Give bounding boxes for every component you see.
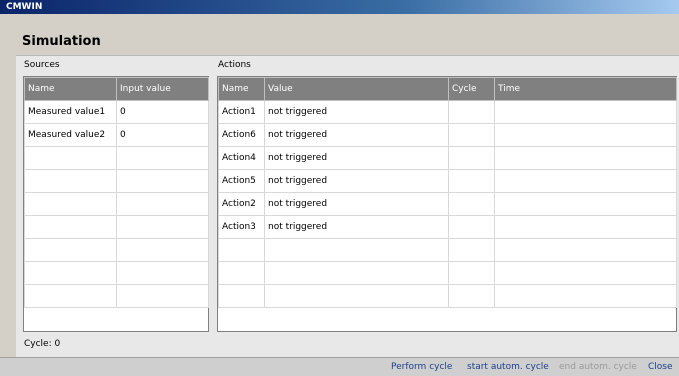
actions-table-cell[interactable] bbox=[448, 192, 495, 216]
end-autom-cycle-button[interactable]: end autom. cycle bbox=[559, 362, 637, 372]
sources-table-cell[interactable] bbox=[116, 261, 209, 285]
actions-table-cell[interactable] bbox=[264, 284, 449, 308]
sources-table-cell[interactable] bbox=[116, 169, 209, 193]
actions-table-cell[interactable]: Action6 bbox=[218, 123, 265, 147]
actions-table-cell[interactable]: not triggered bbox=[264, 215, 449, 239]
actions-table-cell[interactable] bbox=[448, 123, 495, 147]
sources-column-header[interactable]: Input value bbox=[116, 77, 209, 101]
actions-table-cell[interactable] bbox=[494, 215, 677, 239]
actions-table-cell[interactable] bbox=[448, 146, 495, 170]
sources-table-cell[interactable] bbox=[116, 238, 209, 262]
actions-table-cell[interactable]: Action5 bbox=[218, 169, 265, 193]
sources-table-cell[interactable] bbox=[24, 238, 117, 262]
actions-table-cell[interactable] bbox=[218, 284, 265, 308]
sources-table-cell[interactable]: Measured value1 bbox=[24, 100, 117, 124]
sources-table-cell[interactable] bbox=[116, 215, 209, 239]
actions-table-row[interactable]: Action5 not triggered bbox=[218, 169, 677, 193]
actions-table-cell[interactable] bbox=[218, 238, 265, 262]
actions-table-cell[interactable] bbox=[494, 100, 677, 124]
actions-table-cell[interactable] bbox=[264, 261, 449, 285]
sources-table-cell[interactable]: 0 bbox=[116, 123, 209, 147]
sources-header-row: Name Input value bbox=[24, 77, 209, 101]
actions-table-cell[interactable]: not triggered bbox=[264, 146, 449, 170]
actions-table-cell[interactable]: not triggered bbox=[264, 100, 449, 124]
actions-header-row: Name Value Cycle Time bbox=[218, 77, 677, 101]
sources-table-row[interactable]: Measured value1 0 bbox=[24, 100, 209, 124]
sources-table-cell[interactable]: Measured value2 bbox=[24, 123, 117, 147]
actions-table-cell[interactable]: not triggered bbox=[264, 169, 449, 193]
actions-table-row[interactable]: Action3 not triggered bbox=[218, 215, 677, 239]
actions-column-header[interactable]: Time bbox=[494, 77, 677, 101]
sources-table-row[interactable] bbox=[24, 215, 209, 239]
actions-table-cell[interactable] bbox=[448, 215, 495, 239]
sources-table-cell[interactable] bbox=[24, 261, 117, 285]
sources-table-row[interactable] bbox=[24, 169, 209, 193]
sources-table-cell[interactable] bbox=[116, 284, 209, 308]
perform-cycle-button[interactable]: Perform cycle bbox=[391, 362, 452, 372]
actions-table-cell[interactable] bbox=[448, 100, 495, 124]
actions-table-cell[interactable] bbox=[448, 261, 495, 285]
actions-table-row[interactable] bbox=[218, 238, 677, 262]
actions-table-cell[interactable] bbox=[494, 146, 677, 170]
sources-table-cell[interactable] bbox=[116, 146, 209, 170]
actions-table-cell[interactable] bbox=[218, 261, 265, 285]
actions-table-row[interactable]: Action1 not triggered bbox=[218, 100, 677, 124]
actions-table-cell[interactable]: not triggered bbox=[264, 192, 449, 216]
actions-column-header[interactable]: Value bbox=[264, 77, 449, 101]
sources-table-row[interactable] bbox=[24, 284, 209, 308]
close-button[interactable]: Close bbox=[648, 362, 673, 372]
actions-table-cell[interactable] bbox=[448, 169, 495, 193]
sources-column-header[interactable]: Name bbox=[24, 77, 117, 101]
page-title: Simulation bbox=[22, 34, 101, 49]
actions-table-cell[interactable] bbox=[494, 261, 677, 285]
sources-table-row[interactable] bbox=[24, 261, 209, 285]
actions-table-cell[interactable] bbox=[494, 238, 677, 262]
actions-table-row[interactable]: Action6 not triggered bbox=[218, 123, 677, 147]
actions-table-row[interactable]: Action4 not triggered bbox=[218, 146, 677, 170]
actions-column-header[interactable]: Name bbox=[218, 77, 265, 101]
sources-label: Sources bbox=[24, 60, 60, 70]
actions-table-cell[interactable] bbox=[448, 238, 495, 262]
sources-table-row[interactable] bbox=[24, 146, 209, 170]
sources-table-cell[interactable] bbox=[24, 215, 117, 239]
cycle-counter: Cycle: 0 bbox=[24, 339, 61, 349]
sources-table-cell[interactable] bbox=[116, 192, 209, 216]
actions-table-cell[interactable] bbox=[494, 123, 677, 147]
actions-table-cell[interactable] bbox=[494, 192, 677, 216]
sources-table-row[interactable] bbox=[24, 238, 209, 262]
sources-table: Name Input value Measured value1 0 Measured… bbox=[24, 77, 209, 308]
actions-table-row[interactable] bbox=[218, 284, 677, 308]
actions-table-row[interactable]: Action2 not triggered bbox=[218, 192, 677, 216]
sources-table-cell[interactable] bbox=[24, 192, 117, 216]
window-title: CMWIN bbox=[6, 2, 43, 12]
sources-table-row[interactable]: Measured value2 0 bbox=[24, 123, 209, 147]
actions-label: Actions bbox=[218, 60, 251, 70]
window-title-bar: CMWIN bbox=[0, 0, 679, 14]
actions-table-cell[interactable]: Action1 bbox=[218, 100, 265, 124]
start-autom-cycle-button[interactable]: start autom. cycle bbox=[467, 362, 549, 372]
sources-table-cell[interactable] bbox=[24, 146, 117, 170]
sources-table-frame: Name Input value Measured value1 0 Measured… bbox=[23, 76, 209, 332]
actions-table: Name Value Cycle Time Action1 not triggered A… bbox=[218, 77, 677, 308]
actions-table-row[interactable] bbox=[218, 261, 677, 285]
sources-table-row[interactable] bbox=[24, 192, 209, 216]
page-header: Simulation bbox=[16, 14, 679, 55]
actions-column-header[interactable]: Cycle bbox=[448, 77, 495, 101]
actions-table-cell[interactable]: not triggered bbox=[264, 123, 449, 147]
sources-table-cell[interactable]: 0 bbox=[116, 100, 209, 124]
actions-table-cell[interactable] bbox=[494, 169, 677, 193]
actions-table-cell[interactable] bbox=[264, 238, 449, 262]
actions-table-cell[interactable]: Action2 bbox=[218, 192, 265, 216]
sources-table-cell[interactable] bbox=[24, 284, 117, 308]
sources-table-cell[interactable] bbox=[24, 169, 117, 193]
button-bar: Perform cycle start autom. cycle end aut… bbox=[0, 357, 679, 376]
actions-table-cell[interactable] bbox=[448, 284, 495, 308]
actions-table-cell[interactable] bbox=[494, 284, 677, 308]
actions-table-cell[interactable]: Action3 bbox=[218, 215, 265, 239]
actions-table-cell[interactable]: Action4 bbox=[218, 146, 265, 170]
actions-table-frame: Name Value Cycle Time Action1 not triggered A… bbox=[217, 76, 677, 332]
